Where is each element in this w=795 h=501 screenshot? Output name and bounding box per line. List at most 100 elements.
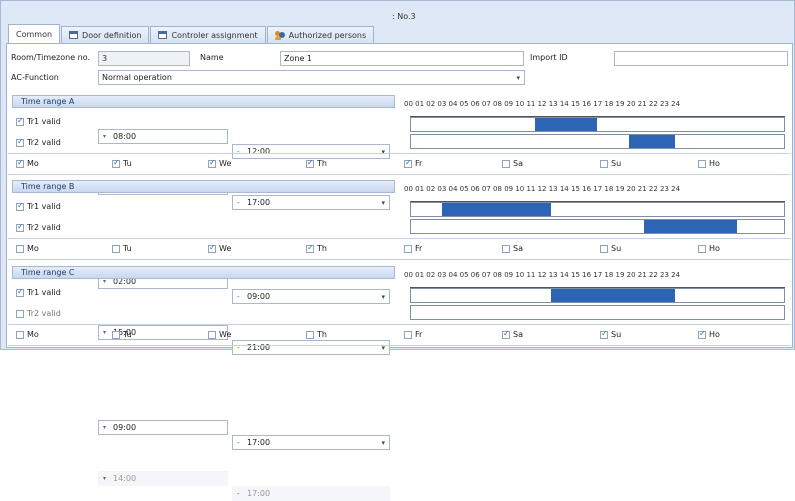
day-checkbox-ho[interactable]: Ho [698, 159, 720, 168]
people-icon [274, 30, 285, 40]
day-checkbox-mo[interactable]: Mo [16, 158, 39, 168]
time-range-header: Time range A [12, 95, 395, 108]
tr1-valid-label: Tr1 valid [27, 117, 61, 126]
checkbox-icon [16, 201, 24, 211]
day-checkbox-sa[interactable]: Sa [502, 244, 523, 253]
checkbox-icon [600, 244, 608, 253]
checkbox-icon [502, 329, 510, 339]
tr1-from-time[interactable]: ▾ 08:00 [98, 129, 228, 144]
tab-common[interactable]: Common [8, 24, 61, 43]
day-checkbox-tu[interactable]: Tu [112, 330, 132, 339]
spinner-icon: ▾ [103, 475, 107, 482]
day-checkbox-sa[interactable]: Sa [502, 329, 523, 339]
day-checkbox-we[interactable]: We [208, 243, 231, 253]
ac-function-label: AC-Function [11, 73, 59, 82]
tr2-valid-checkbox[interactable]: Tr2 valid [16, 222, 61, 232]
checkbox-icon [208, 243, 216, 253]
tab-controller-assignment[interactable]: Controler assignment [150, 26, 266, 43]
time-range-header: Time range B [12, 180, 395, 193]
day-checkbox-fr[interactable]: Fr [404, 244, 422, 253]
tr2-timeline [410, 305, 785, 320]
divider [8, 324, 791, 325]
dash-icon: - [237, 148, 240, 156]
checkbox-icon [16, 222, 24, 232]
spinner-icon: ▾ [103, 133, 107, 140]
tr2-to-time[interactable]: - 17:00 ▾ [232, 195, 390, 210]
day-checkbox-fr[interactable]: Fr [404, 330, 422, 339]
tab-strip: Common Door definition Controler assignm… [8, 24, 375, 43]
import-id-field[interactable] [614, 51, 788, 66]
tr2-valid-label: Tr2 valid [27, 223, 61, 232]
tr2-active-period [628, 135, 676, 148]
tr1-valid-checkbox[interactable]: Tr1 valid [16, 287, 61, 297]
chevron-down-icon: ▾ [381, 148, 385, 156]
day-checkbox-we[interactable]: We [208, 330, 231, 339]
day-checkbox-mo[interactable]: Mo [16, 244, 39, 253]
checkbox-icon [306, 158, 314, 168]
day-checkbox-tu[interactable]: Tu [112, 158, 132, 168]
ac-function-select[interactable]: Normal operation ▾ [98, 70, 525, 85]
dash-icon: - [237, 439, 240, 447]
tr2-valid-label: Tr2 valid [27, 138, 61, 147]
tab-door-definition[interactable]: Door definition [61, 26, 150, 43]
checkbox-icon [16, 158, 24, 168]
tr1-active-period [550, 289, 676, 302]
day-checkbox-th[interactable]: Th [306, 243, 327, 253]
divider [8, 153, 791, 154]
day-checkbox-sa[interactable]: Sa [502, 159, 523, 168]
name-field[interactable]: Zone 1 [280, 51, 524, 66]
tr1-to-time[interactable]: - 09:00 ▾ [232, 289, 390, 304]
tr2-valid-checkbox[interactable]: Tr2 valid [16, 137, 61, 147]
tr2-timeline [410, 134, 785, 149]
tr1-valid-checkbox[interactable]: Tr1 valid [16, 201, 61, 211]
checkbox-icon [16, 309, 24, 318]
spinner-icon: ▾ [103, 278, 107, 285]
day-checkbox-ho[interactable]: Ho [698, 244, 720, 253]
day-checkbox-th[interactable]: Th [306, 330, 327, 339]
dash-icon: - [237, 490, 240, 498]
checkbox-icon [698, 244, 706, 253]
tr1-to-time[interactable]: - 17:00 ▾ [232, 435, 390, 450]
day-label: We [219, 159, 232, 168]
day-label: Mo [27, 330, 39, 339]
tr2-to-time[interactable]: - 17:00 [232, 486, 390, 501]
tab-controller-assignment-label: Controler assignment [171, 30, 258, 40]
checkbox-icon [502, 244, 510, 253]
day-checkbox-ho[interactable]: Ho [698, 329, 720, 339]
spinner-icon: ▾ [103, 329, 107, 336]
day-checkbox-su[interactable]: Su [600, 159, 621, 168]
tr2-from-time[interactable]: ▾ 14:00 [98, 471, 228, 486]
tr2-valid-checkbox[interactable]: Tr2 valid [16, 309, 61, 318]
day-label: We [219, 330, 232, 339]
hour-ruler [410, 281, 785, 288]
tab-common-label: Common [16, 29, 53, 39]
day-checkbox-su[interactable]: Su [600, 329, 621, 339]
checkbox-icon [112, 330, 120, 339]
divider [8, 174, 791, 175]
tr1-to-value: 12:00 [247, 147, 271, 156]
day-label: Tu [123, 244, 132, 253]
day-checkbox-we[interactable]: We [208, 158, 232, 168]
chevron-down-icon: ▾ [381, 199, 385, 207]
day-label: Sa [513, 330, 523, 339]
day-checkbox-fr[interactable]: Fr [404, 158, 422, 168]
checkbox-icon [502, 159, 510, 168]
divider [8, 345, 791, 346]
tr1-valid-checkbox[interactable]: Tr1 valid [16, 116, 61, 126]
day-checkbox-su[interactable]: Su [600, 244, 621, 253]
ac-function-value: Normal operation [102, 73, 172, 82]
form-icon [158, 31, 168, 39]
day-checkbox-mo[interactable]: Mo [16, 330, 39, 339]
divider [8, 259, 791, 260]
tr2-active-period [644, 220, 738, 233]
tr2-to-time[interactable]: - 21:00 ▾ [232, 340, 390, 355]
day-checkbox-th[interactable]: Th [306, 158, 327, 168]
tab-authorized-persons[interactable]: Authorized persons [266, 26, 375, 43]
checkbox-icon [16, 137, 24, 147]
hours-scale: 00 01 02 03 04 05 06 07 08 09 10 11 12 1… [404, 100, 681, 108]
checkbox-icon [208, 158, 216, 168]
checkbox-icon [404, 244, 412, 253]
day-checkbox-tu[interactable]: Tu [112, 244, 132, 253]
tr1-from-time[interactable]: ▾ 09:00 [98, 420, 228, 435]
tr1-active-period [535, 118, 598, 131]
